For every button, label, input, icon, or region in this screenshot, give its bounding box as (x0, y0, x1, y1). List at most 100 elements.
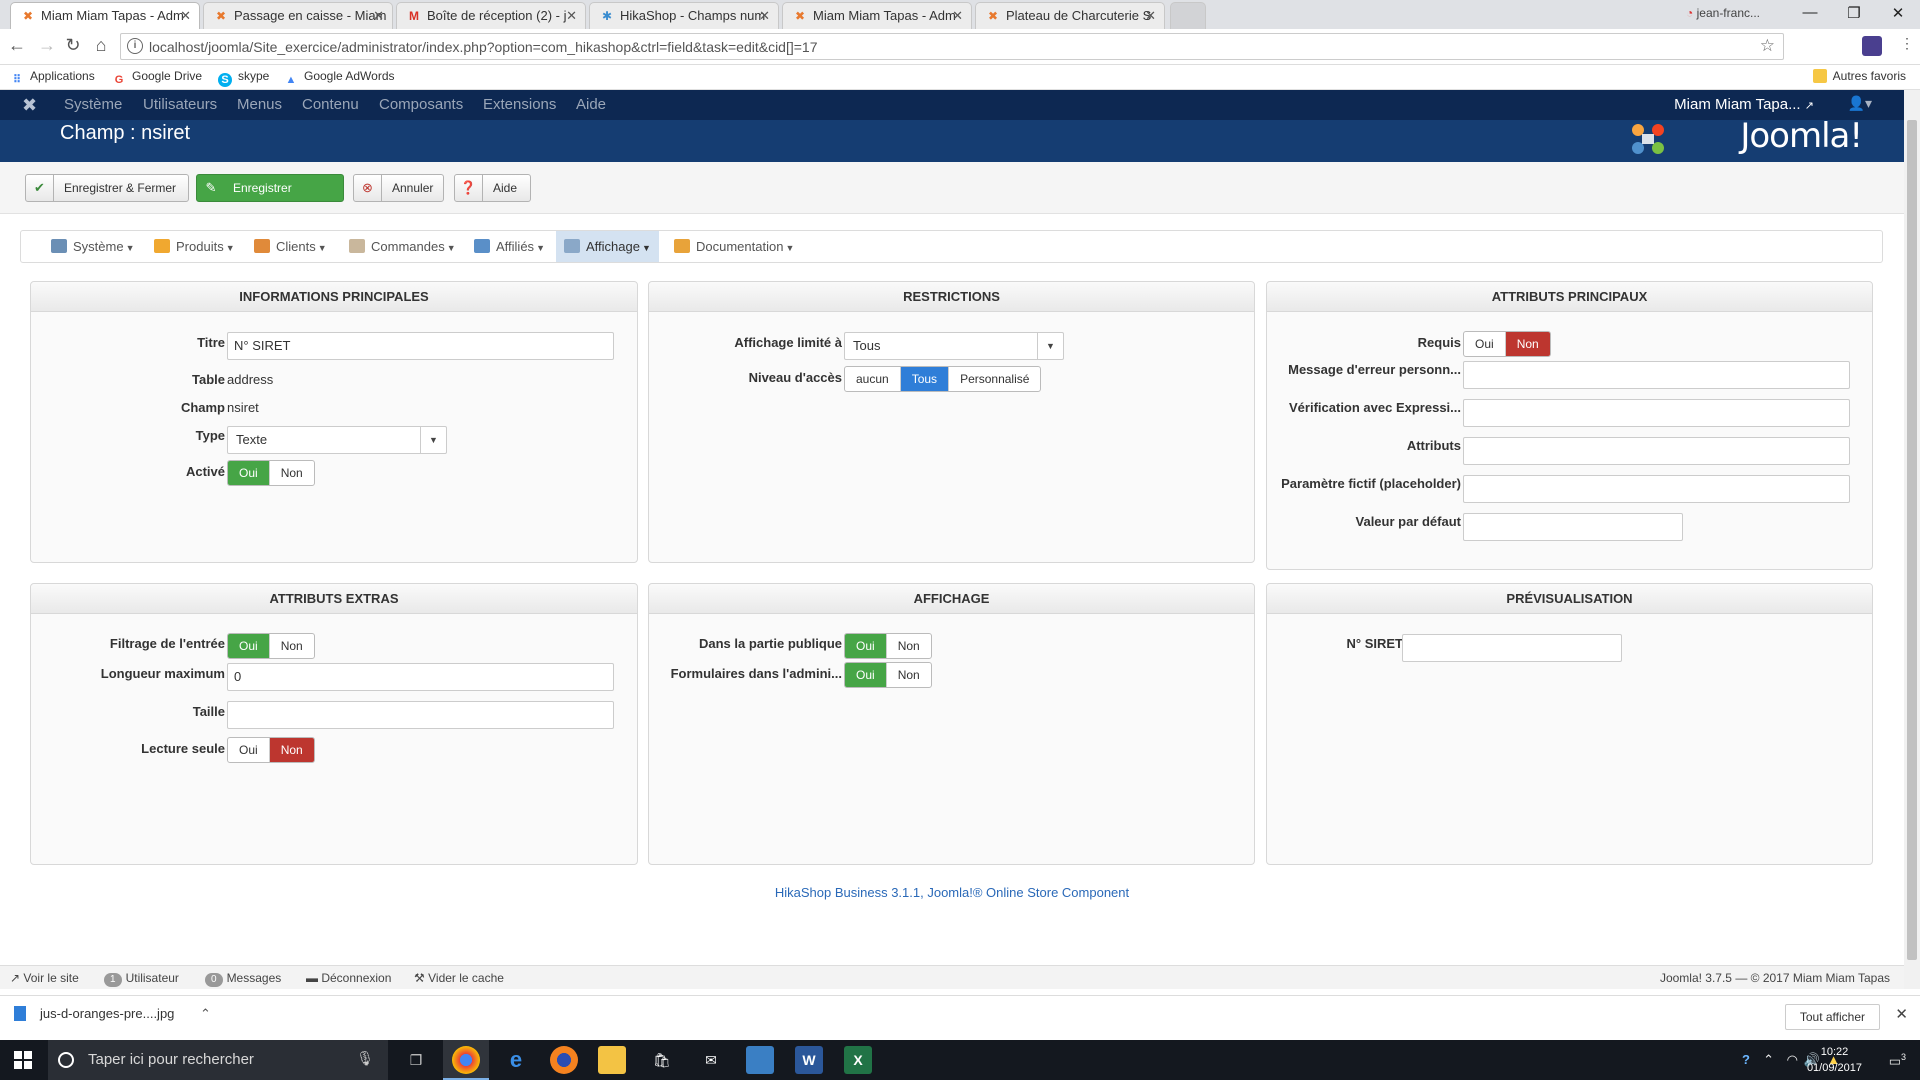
access-level-toggle[interactable]: aucun Tous Personnalisé (844, 366, 1042, 392)
back-icon[interactable]: ← (6, 35, 28, 56)
home-icon[interactable]: ⌂ (90, 35, 112, 56)
site-info-icon[interactable]: i (127, 38, 143, 54)
user-menu-icon[interactable]: 👤▾ (1848, 95, 1872, 112)
close-icon[interactable]: ✕ (759, 3, 770, 29)
menu-extensions[interactable]: Extensions (483, 96, 556, 113)
input-filter-toggle[interactable]: Oui Non (227, 633, 315, 659)
error-message-input[interactable] (1463, 361, 1850, 389)
type-select[interactable]: Texte ▼ (227, 426, 447, 454)
chevron-up-icon[interactable]: ⌃ (1763, 1052, 1774, 1068)
extension-icon[interactable] (1862, 36, 1882, 56)
toggle-yes[interactable]: Oui (845, 634, 887, 658)
url-field[interactable]: i localhost/joomla/Site_exercice/adminis… (120, 33, 1784, 60)
firefox-icon[interactable] (550, 1046, 578, 1074)
menu-menus[interactable]: Menus (237, 96, 282, 113)
close-icon[interactable]: ✕ (1895, 1005, 1908, 1023)
help-button[interactable]: ❓ Aide (454, 174, 531, 202)
browser-tab[interactable]: ✖ Passage en caisse - Miam ✕ (203, 2, 393, 29)
file-explorer-icon[interactable] (598, 1046, 626, 1074)
page-scrollbar[interactable] (1904, 90, 1920, 989)
submenu-affiliates[interactable]: Affiliés ▼ (466, 231, 553, 262)
menu-system[interactable]: Système (64, 96, 122, 113)
toggle-yes[interactable]: Oui (845, 663, 887, 687)
logout-link[interactable]: ▬ Déconnexion (306, 971, 391, 985)
show-all-downloads-button[interactable]: Tout afficher (1784, 1004, 1880, 1030)
new-tab-button[interactable] (1170, 2, 1206, 29)
access-all[interactable]: Tous (900, 367, 950, 391)
max-length-input[interactable]: 0 (227, 663, 614, 691)
scrollbar-thumb[interactable] (1907, 120, 1917, 960)
restore-icon[interactable]: ❐ (1840, 4, 1868, 22)
site-link[interactable]: Miam Miam Tapa... ↗ (1674, 96, 1814, 113)
window-close-icon[interactable]: ✕ (1884, 4, 1912, 22)
cancel-button[interactable]: ⊗ Annuler (353, 174, 444, 202)
toggle-yes[interactable]: Oui (1464, 332, 1506, 356)
preview-field-input[interactable] (1402, 634, 1622, 662)
close-icon[interactable]: ✕ (373, 3, 384, 29)
browser-tab[interactable]: ✖ Plateau de Charcuterie S ✕ (975, 2, 1165, 29)
toggle-no[interactable]: Non (887, 634, 931, 658)
access-none[interactable]: aucun (845, 367, 901, 391)
close-icon[interactable]: ✕ (952, 3, 963, 29)
bookmark-adwords[interactable]: ▲ Google AdWords (284, 69, 395, 87)
microphone-icon[interactable]: 🎙 (356, 1050, 374, 1067)
submenu-orders[interactable]: Commandes ▼ (341, 231, 464, 262)
default-value-input[interactable] (1463, 513, 1683, 541)
help-tray-icon[interactable]: ? (1742, 1052, 1750, 1067)
toggle-yes[interactable]: Oui (228, 634, 270, 658)
chrome-menu-icon[interactable]: ⋮ (1896, 35, 1918, 52)
menu-components[interactable]: Composants (379, 96, 463, 113)
submenu-system[interactable]: Système ▼ (43, 231, 143, 262)
toggle-no[interactable]: Non (270, 461, 314, 485)
bookmark-star-icon[interactable]: ☆ (1760, 36, 1775, 56)
access-custom[interactable]: Personnalisé (949, 367, 1040, 391)
app-icon[interactable] (746, 1046, 774, 1074)
view-site-link[interactable]: ↗ Voir le site (10, 971, 79, 985)
menu-help[interactable]: Aide (576, 96, 606, 113)
clear-cache-link[interactable]: ⚒ Vider le cache (414, 971, 504, 985)
close-icon[interactable]: ✕ (566, 3, 577, 29)
title-input[interactable]: N° SIRET (227, 332, 614, 360)
bookmark-google-drive[interactable]: G Google Drive (112, 69, 202, 87)
admin-forms-toggle[interactable]: Oui Non (844, 662, 932, 688)
menu-users[interactable]: Utilisateurs (143, 96, 217, 113)
joomla-logo-icon[interactable]: ✖ (22, 95, 37, 116)
toggle-no[interactable]: Non (269, 738, 314, 762)
bookmark-applications[interactable]: ⠿ Applications (10, 69, 95, 87)
other-bookmarks[interactable]: Autres favoris (1812, 69, 1906, 83)
browser-tab[interactable]: ✱ HikaShop - Champs num ✕ (589, 2, 779, 29)
hikashop-version-link[interactable]: HikaShop Business 3.1.1, Joomla!® Online… (0, 885, 1904, 900)
minimize-icon[interactable]: — (1796, 4, 1824, 21)
bookmark-skype[interactable]: Sskype (218, 69, 269, 87)
public-display-toggle[interactable]: Oui Non (844, 633, 932, 659)
submenu-products[interactable]: Produits ▼ (146, 231, 243, 262)
reload-icon[interactable]: ↻ (62, 35, 84, 56)
submenu-display[interactable]: Affichage ▼ (556, 231, 659, 262)
read-only-toggle[interactable]: Oui Non (227, 737, 315, 763)
close-icon[interactable]: ✕ (180, 3, 191, 29)
word-icon[interactable]: W (795, 1046, 823, 1074)
attributes-input[interactable] (1463, 437, 1850, 465)
placeholder-input[interactable] (1463, 475, 1850, 503)
browser-tab-active[interactable]: ✖ Miam Miam Tapas - Adm ✕ (10, 2, 200, 30)
toggle-no[interactable]: Non (1505, 332, 1550, 356)
save-close-button[interactable]: ✔ Enregistrer & Fermer (25, 174, 189, 202)
users-link[interactable]: 1 Utilisateur (104, 971, 179, 987)
download-item[interactable]: jus-d-oranges-pre....jpg (14, 1006, 174, 1021)
toggle-no[interactable]: Non (887, 663, 931, 687)
required-toggle[interactable]: Oui Non (1463, 331, 1551, 357)
excel-icon[interactable]: X (844, 1046, 872, 1074)
forward-icon[interactable]: → (36, 35, 58, 56)
edge-icon[interactable]: e (502, 1046, 530, 1074)
regex-input[interactable] (1463, 399, 1850, 427)
submenu-customers[interactable]: Clients ▼ (246, 231, 335, 262)
browser-tab[interactable]: M Boîte de réception (2) - j ✕ (396, 2, 586, 29)
close-icon[interactable]: ✕ (1145, 3, 1156, 29)
mail-icon[interactable]: ✉ (697, 1046, 725, 1074)
size-input[interactable] (227, 701, 614, 729)
save-button[interactable]: ✎ Enregistrer (196, 174, 344, 202)
display-limit-select[interactable]: Tous ▼ (844, 332, 1064, 360)
toggle-yes[interactable]: Oui (228, 461, 270, 485)
system-clock[interactable]: 10:22 01/09/2017 (1807, 1044, 1862, 1076)
active-toggle[interactable]: Oui Non (227, 460, 315, 486)
